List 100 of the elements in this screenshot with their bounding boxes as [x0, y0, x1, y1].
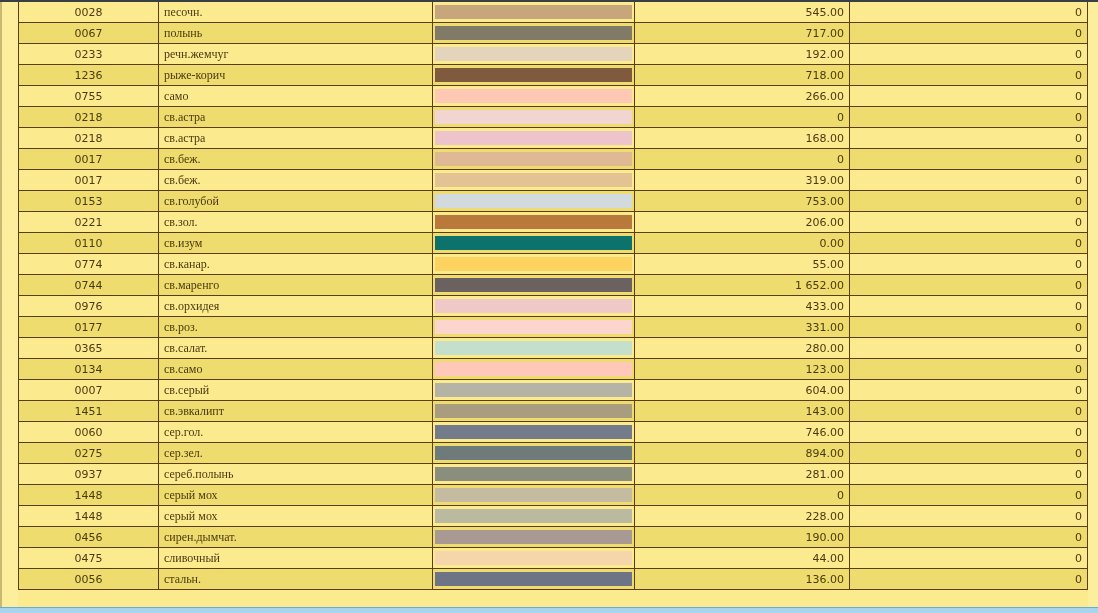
table-cell: 190.00 [634, 527, 849, 547]
table-cell: 266.00 [634, 86, 849, 106]
table-cell: 0 [849, 506, 1087, 526]
table-cell-text: 0110 [73, 235, 104, 252]
table-cell: 143.00 [634, 401, 849, 421]
table-cell: св.серый [158, 380, 432, 400]
table-cell-text: 0221 [73, 214, 104, 231]
table-cell: 55.00 [634, 254, 849, 274]
table-cell-text: 0056 [73, 571, 104, 588]
table-cell: 0 [849, 254, 1087, 274]
table-cell-text: 0017 [73, 172, 104, 189]
table-cell: 123.00 [634, 359, 849, 379]
table-cell: серый мох [158, 506, 432, 526]
table-cell: 1 652.00 [634, 275, 849, 295]
table-cell: 0 [849, 296, 1087, 316]
table-cell: стальн. [158, 569, 432, 589]
table-cell: песочн. [158, 2, 432, 22]
table-cell-text: 1448 [73, 508, 104, 525]
table-cell: сереб.полынь [158, 464, 432, 484]
table-cell-text: 0755 [73, 88, 104, 105]
table-cell-text: 0017 [73, 151, 104, 168]
table-cell: рыже-корич [158, 65, 432, 85]
table-cell: 192.00 [634, 44, 849, 64]
table-cell: 0 [849, 569, 1087, 589]
table-cell: 545.00 [634, 2, 849, 22]
table-cell: 0 [849, 338, 1087, 358]
table-cell: 0 [849, 548, 1087, 568]
table-cell: сер.зел. [158, 443, 432, 463]
table-cell: 168.00 [634, 128, 849, 148]
table-cell-text: 0153 [73, 193, 104, 210]
table-cell: 0 [849, 191, 1087, 211]
table-cell-text: 1236 [73, 67, 104, 84]
table-cell-text: 0937 [73, 466, 104, 483]
table-cell: св.изум [158, 233, 432, 253]
table-cell-text: 0976 [73, 298, 104, 315]
table-cell-text: 0134 [73, 361, 104, 378]
table-cell: св.само [158, 359, 432, 379]
table-cell: 0 [849, 464, 1087, 484]
table-cell: 0 [849, 149, 1087, 169]
table-cell: 0 [849, 212, 1087, 232]
table-cell: 0.00 [634, 233, 849, 253]
table-cell: 0 [849, 44, 1087, 64]
table-cell-text: 0007 [73, 382, 104, 399]
table-cell: 0 [849, 2, 1087, 22]
table-cell: 718.00 [634, 65, 849, 85]
table-cell-text: 0218 [73, 130, 104, 147]
table-cell-text: 0365 [73, 340, 104, 357]
table-cell-text: 0218 [73, 109, 104, 126]
table-cell: 0 [849, 359, 1087, 379]
table-cell: 433.00 [634, 296, 849, 316]
table-cell: 0 [849, 23, 1087, 43]
table-cell: 0 [849, 170, 1087, 190]
table-cell: 0 [849, 107, 1087, 127]
table-cell: 0 [849, 380, 1087, 400]
table-cell: 44.00 [634, 548, 849, 568]
table-cell-text: 0475 [73, 550, 104, 567]
table-cell: 0 [634, 149, 849, 169]
table-cell: 228.00 [634, 506, 849, 526]
table-cell: 0 [849, 86, 1087, 106]
table-cell: св.голубой [158, 191, 432, 211]
table-cell: 717.00 [634, 23, 849, 43]
table-cell: св.беж. [158, 170, 432, 190]
table-cell: 604.00 [634, 380, 849, 400]
table-cell-text: 1451 [73, 403, 104, 420]
table-cell: серый мох [158, 485, 432, 505]
table-cell: речн.жемчуг [158, 44, 432, 64]
table-cell: св.маренго [158, 275, 432, 295]
table-cell: полынь [158, 23, 432, 43]
table-cell: 753.00 [634, 191, 849, 211]
table-cell: 281.00 [634, 464, 849, 484]
table-cell: 0 [849, 443, 1087, 463]
table-cell-text: 0774 [73, 256, 104, 273]
table-cell: св.зол. [158, 212, 432, 232]
table-cell: 746.00 [634, 422, 849, 442]
table-cell: св.канар. [158, 254, 432, 274]
table-cell: св.астра [158, 128, 432, 148]
table-cell-text: 0233 [73, 46, 104, 63]
table-cell: 136.00 [634, 569, 849, 589]
table-cell: сирен.дымчат. [158, 527, 432, 547]
table-cell: 894.00 [634, 443, 849, 463]
table-cell-text: 0028 [73, 4, 104, 21]
table-cell: 0 [849, 233, 1087, 253]
table-cell-text: 0275 [73, 445, 104, 462]
table-cell: св.эвкалипт [158, 401, 432, 421]
table-cell: 0 [849, 65, 1087, 85]
table-cell: 0 [849, 527, 1087, 547]
table-cell-text: 0177 [73, 319, 104, 336]
table-cell: 0 [849, 317, 1087, 337]
table-cell: 0 [849, 128, 1087, 148]
table-cell: 0 [634, 485, 849, 505]
table-cell-text: 0060 [73, 424, 104, 441]
table-cell-text: 0744 [73, 277, 104, 294]
table-cell-text: 1448 [73, 487, 104, 504]
table-cell: 0 [849, 422, 1087, 442]
table-cell: 206.00 [634, 212, 849, 232]
table-cell: св.орхидея [158, 296, 432, 316]
table-cell: св.астра [158, 107, 432, 127]
table-cell: св.роз. [158, 317, 432, 337]
table-cell-text: 0456 [73, 529, 104, 546]
table-cell: 0 [849, 401, 1087, 421]
